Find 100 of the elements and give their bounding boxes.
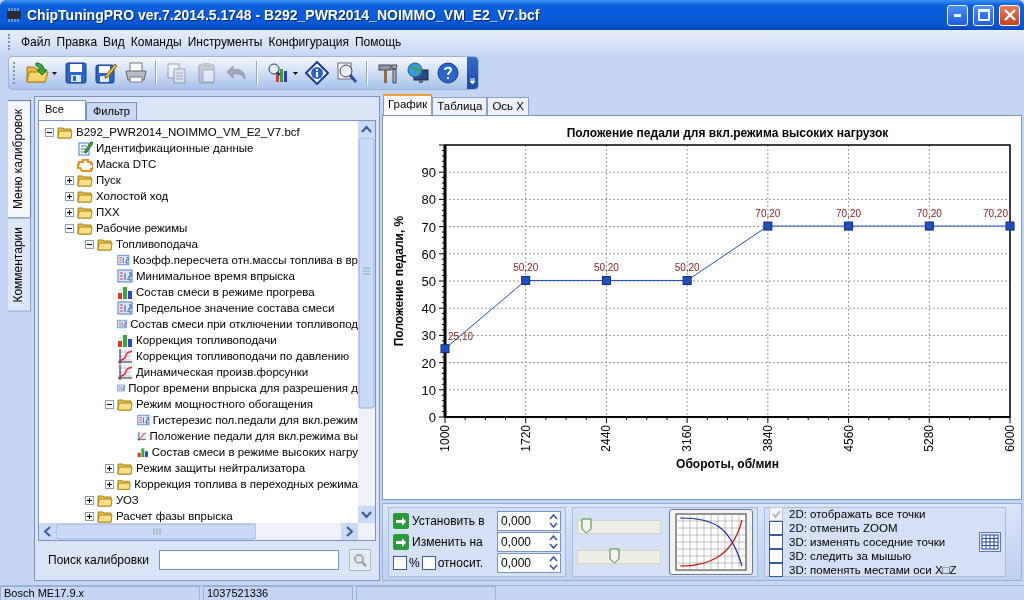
tree-item[interactable]: Предельное значение состава смеси: [136, 302, 335, 314]
view-tab[interactable]: График: [383, 94, 433, 115]
checkbox[interactable]: [421, 555, 436, 570]
tree-item[interactable]: Состав смеси при отключении топливопод: [130, 318, 358, 330]
help-icon: [435, 61, 460, 85]
tree-item[interactable]: ПХХ: [96, 206, 120, 218]
tree-item[interactable]: Рабочие режимы: [96, 222, 188, 234]
tree-item[interactable]: Пуск: [96, 174, 121, 186]
expand-icon[interactable]: [65, 207, 74, 217]
tree-item[interactable]: Коррекция топливоподачи по давлению: [136, 350, 350, 362]
tree-item[interactable]: Порог времени впрыска для разрешения д: [128, 382, 358, 394]
spinner-icon[interactable]: [547, 553, 560, 572]
info-button[interactable]: [302, 58, 331, 88]
menu-item[interactable]: Помощь: [352, 33, 405, 51]
expand-icon[interactable]: [85, 495, 94, 505]
expand-icon[interactable]: [105, 479, 114, 489]
slider-thumb[interactable]: [580, 518, 592, 534]
side-tab[interactable]: Комментарии: [8, 218, 31, 312]
collapse-icon[interactable]: [65, 223, 74, 233]
collapse-icon[interactable]: [105, 399, 114, 409]
tree-item[interactable]: Коэфф.пересчета отн.массы топлива в вр: [132, 254, 358, 266]
maximize-button[interactable]: [973, 4, 994, 26]
menu-item[interactable]: Вид: [100, 33, 128, 51]
number-field[interactable]: 0,000: [497, 532, 561, 552]
number-field[interactable]: 0,000: [497, 552, 561, 573]
checkbox[interactable]: [769, 549, 783, 563]
toolbar-overflow-button[interactable]: [467, 57, 478, 89]
close-button[interactable]: [999, 4, 1020, 26]
tree-item[interactable]: Состав смеси в режиме прогрева: [136, 286, 315, 298]
slider-track[interactable]: [577, 550, 661, 564]
spinner-icon[interactable]: [547, 533, 560, 551]
tree-item[interactable]: B292_PWR2014_NOIMMO_VM_E2_V7.bcf: [76, 126, 300, 138]
apply-button[interactable]: [393, 534, 409, 550]
apply-button[interactable]: [393, 513, 409, 530]
scroll-right-icon[interactable]: [341, 522, 358, 540]
check-icon: [770, 509, 782, 519]
data-point[interactable]: [1005, 221, 1015, 231]
view-tab[interactable]: Ось X: [487, 97, 529, 115]
folder-icon: [57, 124, 73, 140]
slider-track[interactable]: [577, 520, 661, 534]
tree-item[interactable]: Режим мощностного обогащения: [136, 398, 313, 410]
menu-item[interactable]: Команды: [127, 33, 185, 51]
data-point[interactable]: [924, 221, 934, 231]
tree-item[interactable]: Расчет фазы впрыска: [116, 510, 233, 522]
tree-item[interactable]: Коррекция топливоподачи: [136, 334, 277, 346]
value-label: 50,20: [593, 262, 619, 274]
expand-icon[interactable]: [85, 511, 94, 521]
tree-item[interactable]: Режим защиты нейтрализатора: [136, 462, 306, 474]
tree-item[interactable]: Состав смеси в режиме высоких нагру: [151, 446, 358, 458]
search-field[interactable]: [159, 550, 340, 571]
window-title: ChipTuningPRO ver.7.2014.5.1748 - B292_PWR2014_NOIMMO_VM_E2_V7.bcf: [27, 7, 541, 23]
scroll-left-icon[interactable]: [39, 522, 56, 540]
expand-icon[interactable]: [65, 175, 74, 185]
slider-thumb[interactable]: [609, 548, 621, 564]
tree-item[interactable]: Гистерезис пол.педали для вкл.режим: [152, 414, 358, 426]
vertical-scrollbar[interactable]: [358, 121, 375, 523]
scroll-down-icon[interactable]: [358, 505, 375, 523]
checkbox[interactable]: [393, 555, 407, 570]
data-point[interactable]: [763, 221, 773, 231]
data-point[interactable]: [521, 275, 531, 285]
scroll-thumb[interactable]: [56, 522, 256, 540]
menu-item[interactable]: Правка: [53, 33, 101, 51]
scroll-thumb[interactable]: [358, 138, 375, 410]
tree-item[interactable]: УОЗ: [116, 494, 139, 506]
grid-button[interactable]: [979, 532, 1001, 552]
expand-icon[interactable]: [105, 463, 114, 473]
curve-button[interactable]: [669, 509, 753, 575]
tree-item[interactable]: Положение педали для вкл.режима вы: [149, 430, 358, 442]
data-point[interactable]: [682, 275, 692, 285]
checkbox[interactable]: [769, 563, 783, 577]
menu-item[interactable]: Инструменты: [184, 33, 266, 51]
panel-tab[interactable]: Фильтр: [86, 102, 137, 120]
value-icon: [117, 268, 133, 284]
value-label: 50,20: [513, 262, 539, 274]
data-point[interactable]: [844, 221, 854, 231]
data-point[interactable]: [440, 344, 450, 354]
tree-item[interactable]: Минимальное время впрыска: [136, 270, 295, 282]
scroll-up-icon[interactable]: [358, 121, 375, 138]
view-tab[interactable]: Таблица: [432, 97, 488, 115]
tree-item[interactable]: Маска DTC: [96, 158, 157, 170]
expand-icon[interactable]: [65, 191, 74, 201]
tree-item[interactable]: Динамическая произв.форсунки: [136, 366, 309, 378]
data-point[interactable]: [601, 275, 611, 285]
spinner-icon[interactable]: [547, 512, 560, 531]
menu-item[interactable]: Файл: [18, 33, 54, 51]
menu-item[interactable]: Конфигурация: [265, 33, 352, 51]
tree-item[interactable]: Холостой ход: [96, 190, 169, 202]
tree-item[interactable]: Топливоподача: [116, 238, 198, 250]
number-field[interactable]: 0,000: [497, 511, 561, 532]
checkbox[interactable]: [769, 535, 783, 549]
checkbox[interactable]: [769, 521, 783, 535]
panel-tab[interactable]: Все: [38, 100, 86, 120]
collapse-icon[interactable]: [85, 239, 94, 249]
minimize-button[interactable]: [947, 4, 968, 26]
horizontal-scrollbar[interactable]: [39, 522, 358, 540]
tree-item[interactable]: Коррекция топлива в переходных режима: [134, 478, 358, 490]
side-tab[interactable]: Меню калибровок: [8, 100, 31, 219]
tree-item[interactable]: Идентификационные данные: [96, 142, 254, 154]
collapse-icon[interactable]: [45, 127, 54, 137]
x-tick-label: 1000: [438, 425, 452, 452]
